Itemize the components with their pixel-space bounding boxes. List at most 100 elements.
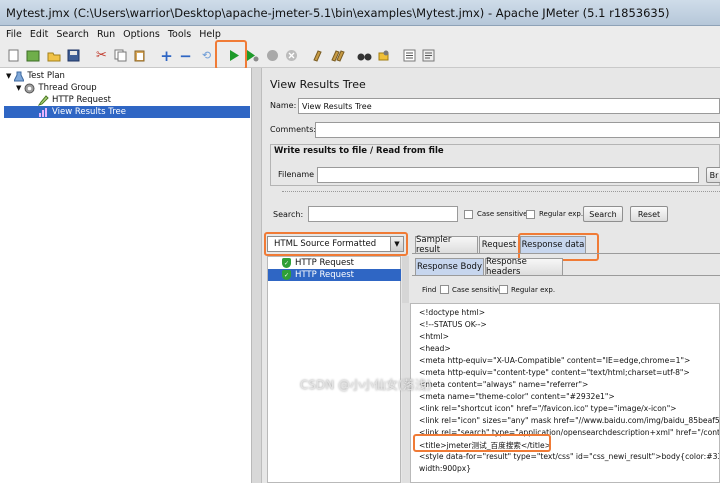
tree-toggle-icon[interactable]: ▼ [6, 72, 11, 80]
code-line: <meta name="theme-color" content="#2932e… [419, 392, 615, 401]
tree-item-view-results-tree[interactable]: View Results Tree [4, 106, 250, 118]
code-line: <head> [419, 344, 451, 353]
panel-splitter[interactable] [252, 68, 262, 483]
code-line: width:900px} [419, 464, 472, 473]
window-titlebar: Mytest.jmx (C:\Users\warrior\Desktop\apa… [0, 0, 720, 26]
find-label: Find [422, 286, 437, 294]
response-body-text[interactable]: <!doctype html> <!--STATUS OK--> <html> … [410, 303, 720, 483]
code-line: <meta http-equiv="content-type" content=… [419, 368, 690, 377]
regex-checkbox[interactable] [526, 210, 535, 219]
clear-icon[interactable] [311, 48, 326, 63]
success-shield-icon: ✓ [282, 270, 291, 280]
run-no-pause-icon[interactable] [245, 48, 260, 63]
paste-icon[interactable] [132, 48, 147, 63]
copy-icon[interactable] [113, 48, 128, 63]
flask-icon [14, 71, 25, 81]
case-sensitive-checkbox[interactable] [464, 210, 473, 219]
chevron-down-icon[interactable]: ▼ [390, 237, 403, 251]
new-file-icon[interactable] [6, 48, 21, 63]
watermark: CSDN @小小仙女(落浅) [300, 378, 432, 392]
code-line: <!--STATUS OK--> [419, 320, 487, 329]
collapse-icon[interactable]: − [178, 47, 193, 65]
gear-icon [24, 83, 35, 93]
browse-button[interactable]: Br [706, 167, 720, 183]
title-highlight-box [413, 434, 551, 452]
subtab-baseline [412, 275, 720, 276]
run-highlight-box [215, 40, 247, 70]
menu-options[interactable]: Options [123, 29, 160, 40]
pencil-icon [38, 94, 49, 106]
code-line: <meta content="always" name="referrer"> [419, 380, 589, 389]
menu-run[interactable]: Run [97, 29, 115, 40]
templates-icon[interactable] [25, 48, 40, 63]
sampler-item[interactable]: ✓ HTTP Request [268, 257, 401, 269]
window-title: Mytest.jmx (C:\Users\warrior\Desktop\apa… [6, 5, 670, 20]
toolbar: ✂ + − ⟲ [0, 43, 720, 68]
menu-help[interactable]: Help [199, 29, 221, 40]
divider [282, 191, 720, 193]
view-results-tree-panel: View Results Tree Name: View Results Tre… [262, 68, 720, 483]
tab-request[interactable]: Request [479, 236, 519, 253]
tree-item-test-plan[interactable]: ▼ Test Plan [6, 70, 65, 82]
menu-file[interactable]: File [6, 29, 22, 40]
tree-item-http-request[interactable]: HTTP Request [38, 94, 111, 106]
code-line: <link rel="icon" sizes="any" mask href="… [419, 416, 720, 425]
case-sensitive-label: Case sensitive [477, 210, 528, 218]
tree-item-label: Thread Group [38, 83, 97, 93]
comments-input[interactable] [315, 122, 720, 138]
tree-item-thread-group[interactable]: ▼ Thread Group [16, 82, 97, 94]
code-line: <meta http-equiv="X-UA-Compatible" conte… [419, 356, 691, 365]
filename-input[interactable] [317, 167, 699, 183]
sampler-label: HTTP Request [295, 258, 354, 268]
renderer-select[interactable]: HTML Source Formatted ▼ [267, 236, 404, 252]
find-regex-checkbox[interactable] [499, 285, 508, 294]
open-folder-icon[interactable] [46, 48, 61, 63]
panel-title: View Results Tree [270, 78, 366, 91]
tree-item-label: Test Plan [27, 71, 65, 81]
name-input[interactable]: View Results Tree [298, 98, 720, 114]
help-icon[interactable] [421, 48, 436, 63]
success-shield-icon: ✓ [282, 258, 291, 268]
comments-label: Comments: [270, 125, 317, 134]
save-icon[interactable] [66, 48, 81, 63]
search-button[interactable]: Search [583, 206, 623, 222]
find-regex-label: Regular exp. [511, 286, 556, 294]
menu-edit[interactable]: Edit [30, 29, 48, 40]
code-line: <html> [419, 332, 450, 341]
expand-icon[interactable]: + [159, 47, 174, 65]
search-label: Search: [273, 210, 304, 219]
code-line: <link rel="shortcut icon" href="/favicon… [419, 404, 677, 413]
function-helper-icon[interactable] [402, 48, 417, 63]
shutdown-icon[interactable] [284, 48, 299, 63]
menu-bar: File Edit Search Run Options Tools Help [0, 26, 720, 43]
scrollbar[interactable] [402, 303, 410, 483]
tree-toggle-icon[interactable]: ▼ [16, 84, 21, 92]
search-input[interactable] [308, 206, 458, 222]
cut-icon[interactable]: ✂ [94, 48, 109, 63]
binoculars-icon[interactable] [357, 48, 372, 63]
chart-icon [39, 107, 47, 117]
regex-label: Regular exp. [539, 210, 584, 218]
tab-sampler-result[interactable]: Sampler result [415, 235, 478, 255]
name-label: Name: [270, 101, 297, 110]
subtab-response-body[interactable]: Response Body [415, 258, 484, 275]
clear-all-icon[interactable] [330, 48, 345, 63]
menu-tools[interactable]: Tools [168, 29, 191, 40]
tree-item-label: View Results Tree [52, 107, 126, 117]
sampler-list: ✓ HTTP Request ✓ HTTP Request [267, 256, 401, 483]
test-plan-tree: ▼ Test Plan ▼ Thread Group HTTP Request … [0, 68, 252, 483]
find-case-checkbox[interactable] [440, 285, 449, 294]
tab-baseline [412, 253, 720, 254]
code-line: <!doctype html> [419, 308, 486, 317]
menu-search[interactable]: Search [56, 29, 89, 40]
filename-label: Filename [278, 170, 315, 179]
find-case-label: Case sensitive [452, 286, 503, 294]
tree-item-label: HTTP Request [52, 95, 111, 105]
subtab-response-headers[interactable]: Response headers [485, 257, 563, 277]
renderer-value: HTML Source Formatted [274, 239, 377, 249]
stop-icon[interactable] [265, 48, 280, 63]
sampler-item-selected[interactable]: ✓ HTTP Request [268, 269, 401, 281]
reset-search-icon[interactable] [376, 48, 391, 63]
reset-button[interactable]: Reset [630, 206, 668, 222]
toggle-icon[interactable]: ⟲ [199, 48, 214, 63]
